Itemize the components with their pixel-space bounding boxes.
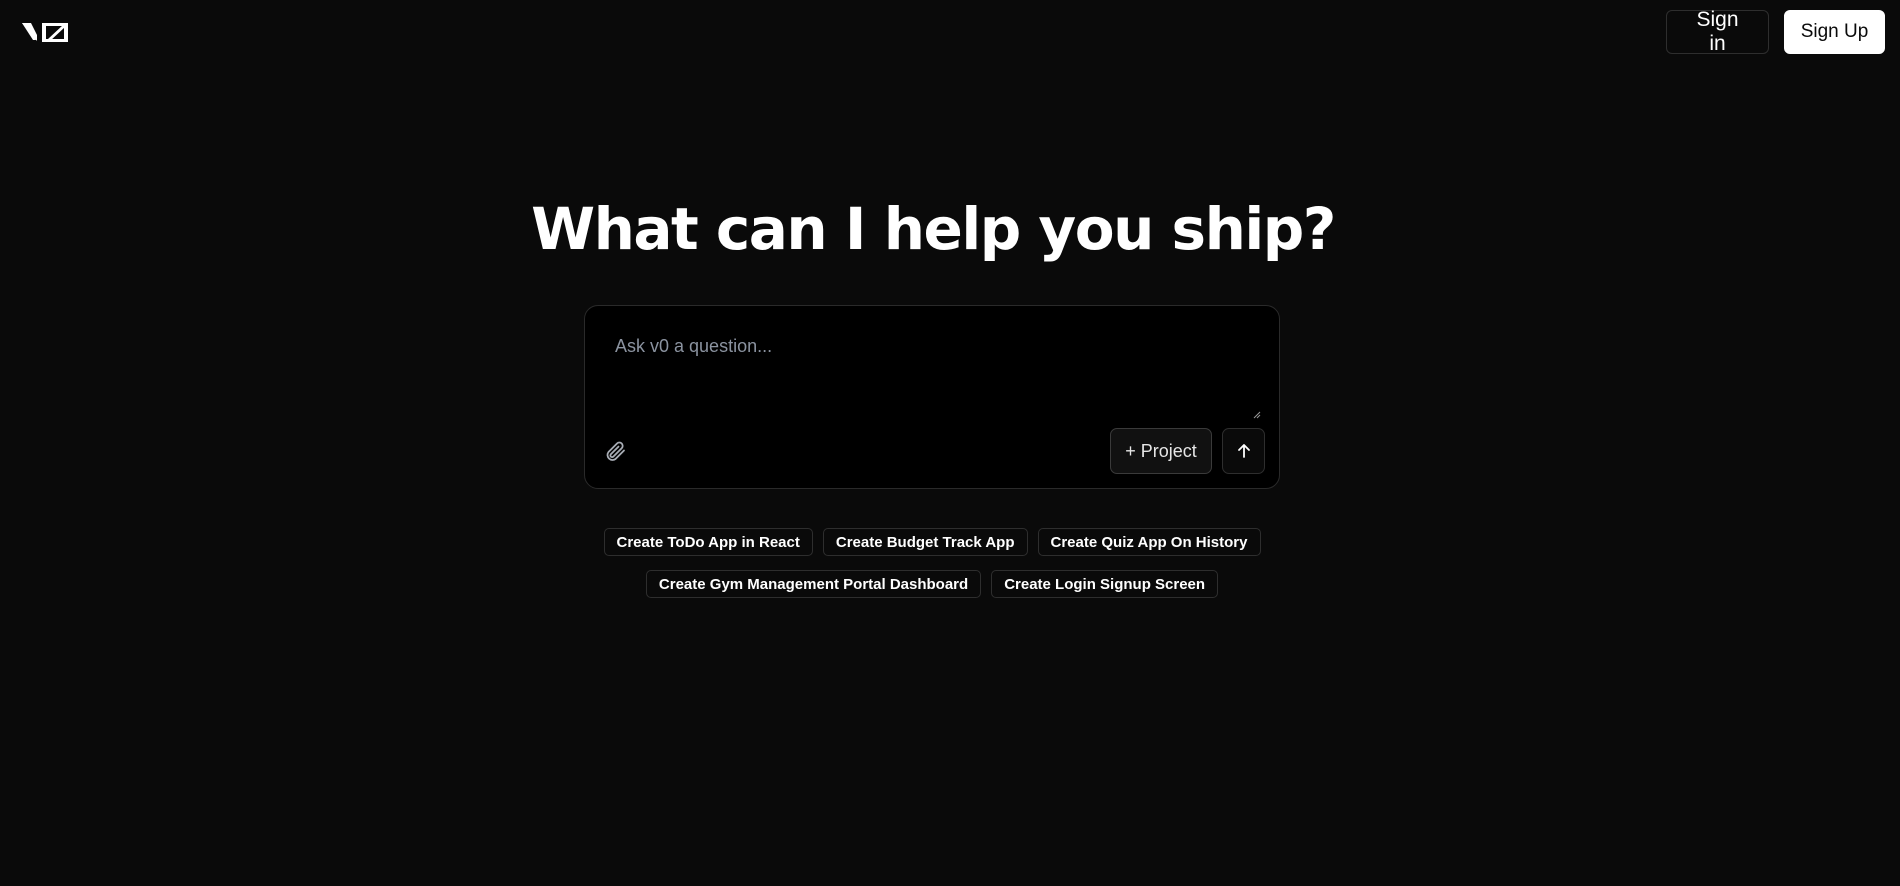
suggestion-chips: Create ToDo App in React Create Budget T… — [584, 528, 1280, 612]
page: Sign in Sign Up What can I help you ship… — [0, 0, 1900, 886]
sign-in-button[interactable]: Sign in — [1666, 8, 1769, 55]
resize-grip-icon[interactable] — [1253, 406, 1261, 419]
arrow-up-icon — [1237, 444, 1250, 458]
suggestion-row: Create ToDo App in React Create Budget T… — [584, 528, 1280, 556]
page-title: What can I help you ship? — [531, 195, 1336, 263]
paperclip-icon — [606, 441, 625, 461]
suggestion-login-screen[interactable]: Create Login Signup Screen — [991, 570, 1219, 598]
send-button[interactable] — [1222, 428, 1265, 474]
v0-logo-icon — [22, 23, 68, 42]
suggestion-todo-app[interactable]: Create ToDo App in React — [603, 528, 813, 556]
suggestion-row: Create Gym Management Portal Dashboard C… — [584, 570, 1280, 598]
header-actions: Sign in Sign Up — [1666, 8, 1885, 55]
suggestion-gym-dashboard[interactable]: Create Gym Management Portal Dashboard — [645, 570, 982, 598]
suggestion-quiz-app[interactable]: Create Quiz App On History — [1037, 528, 1261, 556]
suggestion-budget-app[interactable]: Create Budget Track App — [822, 528, 1028, 556]
prompt-box: + Project — [584, 305, 1280, 489]
prompt-input[interactable] — [615, 328, 1248, 420]
sign-up-button[interactable]: Sign Up — [1784, 10, 1885, 54]
v0-logo[interactable] — [21, 20, 71, 46]
attach-button[interactable] — [600, 436, 630, 466]
add-project-button[interactable]: + Project — [1110, 428, 1212, 474]
